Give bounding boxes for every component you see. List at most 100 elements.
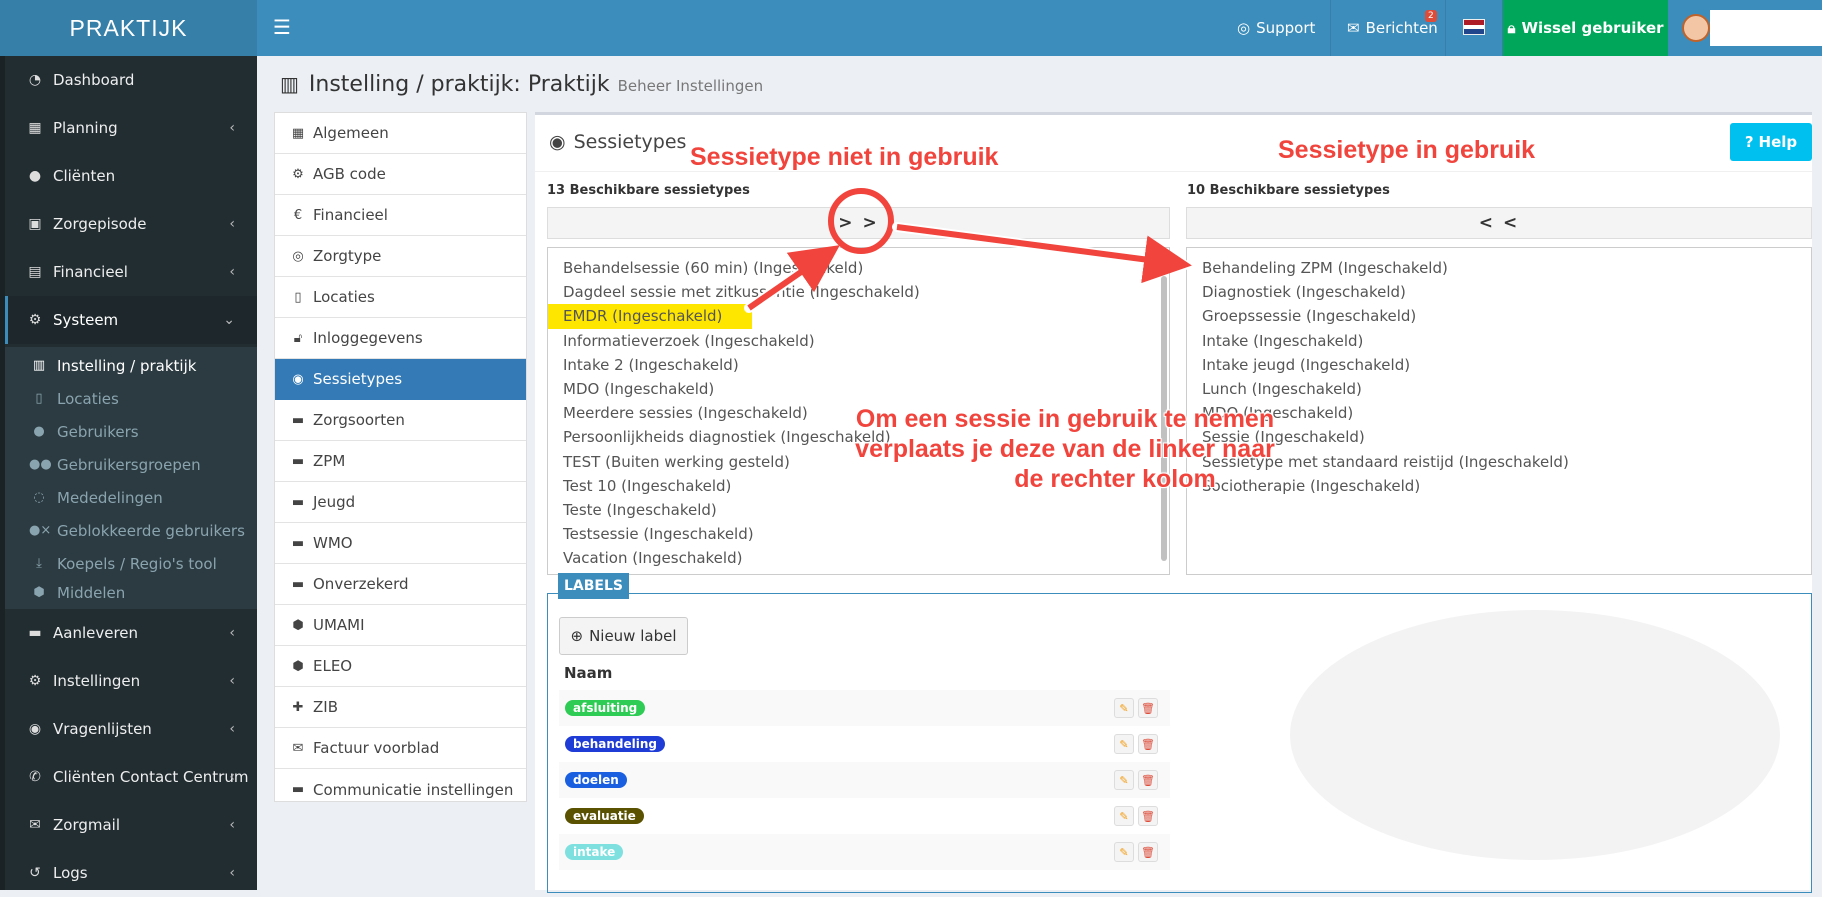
edit-icon[interactable]: ✎ [1114,698,1134,718]
app-logo[interactable]: PRAKTIJK [0,0,257,56]
switch-user-button[interactable]: 🔒︎ Wissel gebruiker [1503,0,1668,56]
sidebar-item-label: Zorgepisode [53,215,147,233]
submenu-item-instelling[interactable]: ▥ Instelling / praktijk [5,349,257,382]
help-button[interactable]: ? Help [1730,123,1812,161]
sidebar-item-aanleveren[interactable]: ▬ Aanleveren ‹ [5,609,257,657]
menu-item-label: UMAMI [313,616,365,634]
menu-item-communicatie[interactable]: ▬ Communicatie instellingen [275,769,526,810]
menu-item-factuur-voorblad[interactable]: ✉ Factuur voorblad [275,728,526,769]
list-item[interactable]: Intake jeugd (Ingeschakeld) [1187,353,1811,377]
annotation-line: verplaats je deze van de linker naar [855,435,1275,463]
list-item[interactable]: Informatieverzoek (Ingeschakeld) [548,329,1169,353]
menu-item-financieel[interactable]: € Financieel [275,195,526,236]
messages-badge: 2 [1425,10,1437,22]
sidebar: ◔ Dashboard ▦ Planning ‹ ● Cliënten ▣ Zo… [0,56,257,890]
submenu-item-mededelingen[interactable]: ◌ Mededelingen [5,481,257,514]
messages-link[interactable]: ✉ Berichten [1347,0,1438,56]
annotation-line: de rechter kolom [1014,465,1216,493]
puzzle-icon: ✚ [292,699,304,715]
list-item[interactable]: Vacation (Ingeschakeld) [548,546,1169,570]
sidebar-item-instellingen[interactable]: ⚙ Instellingen ‹ [5,657,257,705]
settings-menu: ▦ Algemeen ⚙ AGB code € Financieel ◎ Zorgtyp… [274,112,527,802]
submenu-item-label: Locaties [57,389,119,408]
label-pill: afsluiting [565,700,646,716]
submenu-item-middelen[interactable]: ⬢ Middelen [5,576,257,609]
sidebar-item-planning[interactable]: ▦ Planning ‹ [5,104,257,152]
user-icon: ● [33,424,45,439]
box-title: ◉ Sessietypes [549,131,686,153]
redacted-area [1290,610,1780,860]
trash-icon[interactable]: 🗑︎ [1138,806,1158,826]
menu-item-zib[interactable]: ✚ ZIB [275,687,526,728]
menu-item-onverzekerd[interactable]: ▬ Onverzekerd [275,564,526,605]
sidebar-item-systeem[interactable]: ⚙ Systeem ⌄ [5,296,257,344]
edit-icon[interactable]: ✎ [1114,806,1134,826]
menu-item-inloggegevens[interactable]: 🔓︎ Inloggegevens [275,318,526,359]
trash-icon[interactable]: 🗑︎ [1138,698,1158,718]
sidebar-item-zorgepisode[interactable]: ▣ Zorgepisode ‹ [5,200,257,248]
move-right-button[interactable]: > > [547,207,1170,239]
menu-item-agb-code[interactable]: ⚙ AGB code [275,154,526,195]
trash-icon[interactable]: 🗑︎ [1138,770,1158,790]
sidebar-item-contact-centrum[interactable]: ✆ Cliënten Contact Centrum ‹ [5,753,257,801]
list-item[interactable]: Diagnostiek (Ingeschakeld) [1187,280,1811,304]
briefcase-icon: ▬ [291,782,305,797]
edit-icon[interactable]: ✎ [1114,842,1134,862]
menu-item-algemeen[interactable]: ▦ Algemeen [275,113,526,154]
sidebar-item-zorgmail[interactable]: ✉ Zorgmail ‹ [5,801,257,849]
list-item[interactable]: Teste (Ingeschakeld) [548,498,1169,522]
menu-item-wmo[interactable]: ▬ WMO [275,523,526,564]
menu-item-zorgsoorten[interactable]: ▬ Zorgsoorten [275,400,526,441]
list-item[interactable]: Dagdeel sessie met zitkussentie (Ingesch… [548,280,1169,304]
user-menu[interactable] [1670,0,1822,56]
chevron-left-icon: ‹ [229,625,235,641]
move-left-button[interactable]: < < [1186,207,1812,239]
menu-toggle-icon[interactable]: ☰ [273,15,291,39]
list-item[interactable]: Testsessie (Ingeschakeld) [548,522,1169,546]
new-label-button[interactable]: ⊕ Nieuw label [559,617,688,655]
menu-item-zpm[interactable]: ▬ ZPM [275,441,526,482]
sidebar-item-clienten[interactable]: ● Cliënten [5,152,257,200]
sidebar-item-vragenlijsten[interactable]: ◉ Vragenlijsten ‹ [5,705,257,753]
menu-item-label: Onverzekerd [313,575,409,593]
trash-icon[interactable]: 🗑︎ [1138,734,1158,754]
chevron-down-icon: ⌄ [223,312,235,328]
list-item[interactable]: Lunch (Ingeschakeld) [1187,377,1811,401]
submenu-item-geblokkeerde[interactable]: ●× Geblokkeerde gebruikers [5,514,257,547]
list-item[interactable]: MDO (Ingeschakeld) [548,377,1169,401]
submenu-item-locaties[interactable]: ▯ Locaties [5,382,257,415]
menu-item-umami[interactable]: ⬢ UMAMI [275,605,526,646]
menu-item-sessietypes[interactable]: ◉ Sessietypes [275,359,526,400]
sidebar-item-dashboard[interactable]: ◔ Dashboard [5,56,257,104]
list-item[interactable]: Groepssessie (Ingeschakeld) [1187,304,1811,328]
chevron-left-icon: ‹ [229,216,235,232]
menu-item-label: ZIB [313,698,338,716]
language-flag-nl-icon[interactable] [1463,19,1485,35]
edit-icon[interactable]: ✎ [1114,734,1134,754]
label-pill: behandeling [565,736,665,752]
selected-heading: 10 Beschikbare sessietypes [1187,183,1390,198]
systeem-submenu: ▥ Instelling / praktijk ▯ Locaties ● Geb… [5,347,257,609]
list-item[interactable]: Behandeling ZPM (Ingeschakeld) [1187,256,1811,280]
list-item-highlighted[interactable]: EMDR (Ingeschakeld) [548,304,753,329]
trash-icon[interactable]: 🗑︎ [1138,842,1158,862]
edit-icon[interactable]: ✎ [1114,770,1134,790]
envelope-icon: ✉ [1347,19,1360,37]
menu-item-label: Financieel [313,206,388,224]
list-item[interactable]: Behandelsessie (60 min) (Ingeschakeld) [548,256,1169,280]
menu-item-eleo[interactable]: ⬢ ELEO [275,646,526,687]
submenu-item-gebruikersgroepen[interactable]: ●● Gebruikersgroepen [5,448,257,481]
menu-item-label: AGB code [313,165,386,183]
submenu-item-gebruikers[interactable]: ● Gebruikers [5,415,257,448]
menu-item-locaties[interactable]: ▯ Locaties [275,277,526,318]
list-item[interactable]: Intake 2 (Ingeschakeld) [548,353,1169,377]
label-pill: intake [565,844,624,860]
page-title-text: Instelling / praktijk: Praktijk [308,72,610,97]
list-item[interactable]: Intake (Ingeschakeld) [1187,329,1811,353]
sidebar-item-financieel[interactable]: ▤ Financieel ‹ [5,248,257,296]
menu-item-label: Algemeen [313,124,389,142]
support-link[interactable]: ◎ Support [1237,0,1315,56]
menu-item-jeugd[interactable]: ▬ Jeugd [275,482,526,523]
gears-icon: ⚙ [292,166,304,182]
menu-item-zorgtype[interactable]: ◎ Zorgtype [275,236,526,277]
